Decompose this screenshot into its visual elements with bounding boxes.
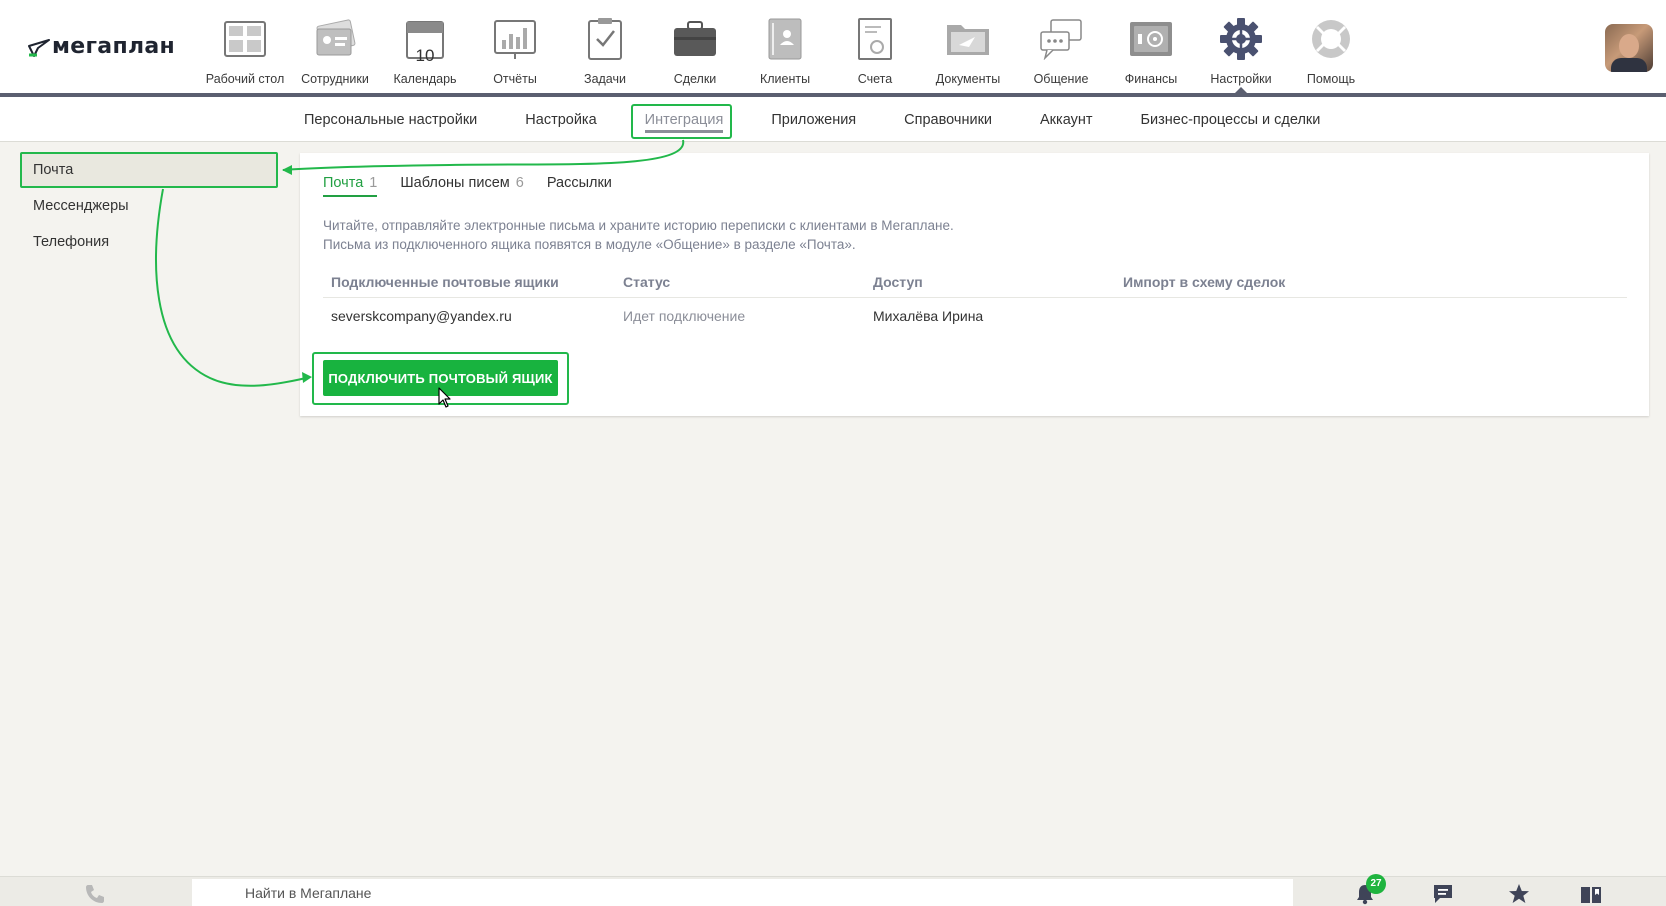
employees-icon bbox=[312, 16, 358, 62]
megaplan-logo[interactable]: мегаплан bbox=[28, 34, 175, 59]
subnav-integration[interactable]: Интеграция bbox=[621, 97, 748, 142]
module-label: Отчёты bbox=[493, 72, 537, 86]
tab-mailings[interactable]: Рассылки bbox=[547, 175, 612, 197]
mail-tabs: Почта 1 Шаблоны писем 6 Рассылки bbox=[323, 175, 635, 197]
module-settings[interactable]: Настройки bbox=[1196, 0, 1286, 94]
table-row[interactable]: severskcompany@yandex.ru Идет подключени… bbox=[323, 298, 1627, 334]
clients-icon bbox=[762, 16, 808, 62]
subnav-apps[interactable]: Приложения bbox=[747, 97, 880, 142]
module-deals[interactable]: Сделки bbox=[650, 0, 740, 93]
user-avatar[interactable] bbox=[1605, 24, 1653, 72]
connect-mailbox-button[interactable]: ПОДКЛЮЧИТЬ ПОЧТОВЫЙ ЯЩИК bbox=[323, 360, 558, 396]
knowledge-book-icon[interactable] bbox=[1578, 882, 1604, 906]
tab-email-templates[interactable]: Шаблоны писем 6 bbox=[400, 175, 523, 197]
mail-description: Читайте, отправляйте электронные письма … bbox=[323, 218, 954, 252]
sidebar-item-mail[interactable]: Почта bbox=[20, 152, 278, 188]
subnav-personal-settings[interactable]: Персональные настройки bbox=[280, 97, 501, 142]
finance-icon bbox=[1128, 16, 1174, 62]
module-label: Финансы bbox=[1124, 72, 1178, 86]
module-label: Помощь bbox=[1306, 72, 1356, 86]
messages-icon[interactable] bbox=[1430, 882, 1456, 906]
module-chat[interactable]: Общение bbox=[1016, 0, 1106, 93]
integration-sidebar: Почта Мессенджеры Телефония bbox=[20, 152, 278, 260]
modules-bar: Рабочий стол Сотрудники дек 10 Календарь… bbox=[200, 0, 1376, 94]
logo-mark-icon bbox=[28, 38, 50, 57]
settings-subnav: Персональные настройки Настройка Интегра… bbox=[0, 97, 1666, 142]
column-header-status: Статус bbox=[623, 273, 671, 290]
module-finance[interactable]: Финансы bbox=[1106, 0, 1196, 93]
module-label: Сделки bbox=[673, 72, 717, 86]
column-header-import: Импорт в схему сделок bbox=[1123, 273, 1286, 290]
module-label: Настройки bbox=[1210, 72, 1272, 86]
top-bar: мегаплан Рабочий стол Сотрудники дек 10 … bbox=[0, 0, 1666, 97]
module-calendar[interactable]: дек 10 Календарь bbox=[380, 0, 470, 93]
sidebar-item-telephony[interactable]: Телефония bbox=[20, 224, 278, 260]
calendar-icon: дек 10 bbox=[402, 16, 448, 65]
mailboxes-table: Подключенные почтовые ящики Статус Досту… bbox=[323, 266, 1627, 334]
documents-icon bbox=[945, 16, 991, 62]
reports-icon bbox=[492, 16, 538, 62]
settings-gear-icon bbox=[1218, 16, 1264, 62]
subnav-business-processes[interactable]: Бизнес-процессы и сделки bbox=[1117, 97, 1345, 142]
module-label: Общение bbox=[1033, 72, 1089, 86]
tab-mail[interactable]: Почта 1 bbox=[323, 175, 378, 197]
mail-integration-card: Почта 1 Шаблоны писем 6 Рассылки Читайте, … bbox=[300, 153, 1649, 416]
module-tasks[interactable]: Задачи bbox=[560, 0, 650, 93]
module-clients[interactable]: Клиенты bbox=[740, 0, 830, 93]
sidebar-item-messengers[interactable]: Мессенджеры bbox=[20, 188, 278, 224]
desktop-icon bbox=[222, 16, 268, 62]
column-header-mailboxes: Подключенные почтовые ящики bbox=[331, 273, 559, 290]
global-search bbox=[192, 879, 1293, 906]
subnav-account[interactable]: Аккаунт bbox=[1016, 97, 1116, 142]
calendar-day: 10 bbox=[415, 46, 435, 65]
mailbox-access: Михалёва Ирина bbox=[873, 308, 984, 324]
module-documents[interactable]: Документы bbox=[920, 0, 1016, 93]
help-lifebuoy-icon bbox=[1308, 16, 1354, 62]
module-label: Документы bbox=[935, 72, 1001, 86]
bottom-bar: 27 bbox=[0, 874, 1666, 906]
subnav-setup[interactable]: Настройка bbox=[501, 97, 620, 142]
tab-count: 1 bbox=[369, 175, 378, 191]
subnav-directories[interactable]: Справочники bbox=[880, 97, 1016, 142]
module-help[interactable]: Помощь bbox=[1286, 0, 1376, 93]
module-label: Клиенты bbox=[759, 72, 811, 86]
module-label: Счета bbox=[857, 72, 893, 86]
deals-icon bbox=[672, 16, 718, 62]
module-invoices[interactable]: Счета bbox=[830, 0, 920, 93]
module-employees[interactable]: Сотрудники bbox=[290, 0, 380, 93]
module-desktop[interactable]: Рабочий стол bbox=[200, 0, 290, 93]
mailbox-status: Идет подключение bbox=[623, 308, 746, 324]
phone-icon[interactable] bbox=[84, 883, 106, 905]
chat-icon bbox=[1038, 16, 1084, 62]
invoices-icon bbox=[852, 16, 898, 62]
column-header-access: Доступ bbox=[873, 273, 923, 290]
calendar-month: дек bbox=[417, 34, 433, 44]
logo-text: мегаплан bbox=[52, 34, 176, 59]
tab-count: 6 bbox=[515, 175, 524, 191]
table-header: Подключенные почтовые ящики Статус Досту… bbox=[323, 266, 1627, 298]
favorites-star-icon[interactable] bbox=[1506, 882, 1532, 906]
search-input[interactable] bbox=[192, 879, 1293, 906]
module-label: Сотрудники bbox=[301, 72, 369, 86]
module-label: Задачи bbox=[584, 72, 626, 86]
module-reports[interactable]: Отчёты bbox=[470, 0, 560, 93]
mailbox-address: severskcompany@yandex.ru bbox=[331, 308, 512, 324]
notifications-count-badge: 27 bbox=[1366, 874, 1386, 894]
module-label: Рабочий стол bbox=[205, 72, 285, 86]
module-label: Календарь bbox=[393, 72, 457, 86]
tasks-icon bbox=[582, 16, 628, 62]
